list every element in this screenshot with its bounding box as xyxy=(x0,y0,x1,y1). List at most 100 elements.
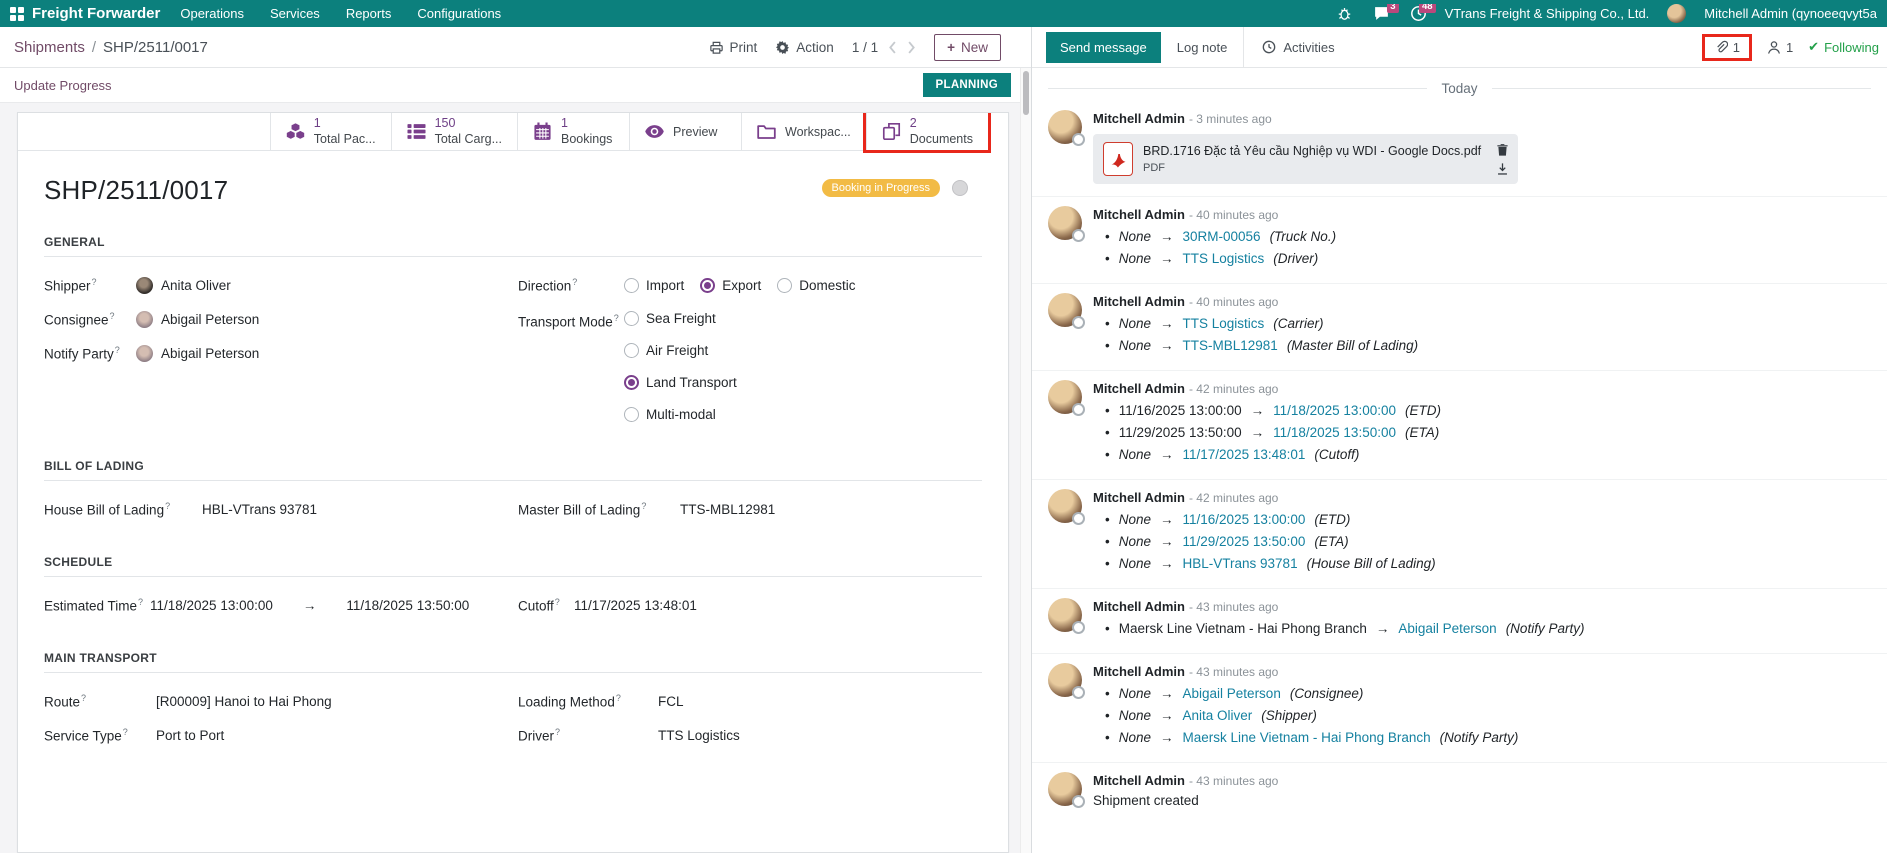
radio-option-multi-modal[interactable]: Multi-modal xyxy=(624,398,716,430)
update-progress-button[interactable]: Update Progress xyxy=(14,78,112,93)
message-author-name[interactable]: Mitchell Admin xyxy=(1093,664,1185,679)
change-new-value-link[interactable]: 11/18/2025 13:50:00 xyxy=(1273,425,1396,440)
section-heading-general: GENERAL xyxy=(44,235,982,257)
radio-option-import[interactable]: Import xyxy=(624,269,684,301)
house-bol-field[interactable]: HBL-VTrans 93781 xyxy=(202,502,317,517)
loading-method-field[interactable]: FCL xyxy=(658,694,684,709)
consignee-avatar xyxy=(136,311,153,328)
message-author-name[interactable]: Mitchell Admin xyxy=(1093,490,1185,505)
change-new-value-link[interactable]: 30RM-00056 xyxy=(1183,229,1261,244)
new-button[interactable]: + New xyxy=(934,34,1001,61)
message-author-name[interactable]: Mitchell Admin xyxy=(1093,111,1185,126)
notify-party-field[interactable]: Abigail Peterson xyxy=(136,345,259,362)
stat-button-workspac[interactable]: Workspac... xyxy=(741,113,866,150)
change-new-value-link[interactable]: Abigail Peterson xyxy=(1398,621,1496,636)
user-avatar[interactable] xyxy=(1667,4,1686,23)
route-field[interactable]: [R00009] Hanoi to Hai Phong xyxy=(156,694,332,709)
nav-menu-configurations[interactable]: Configurations xyxy=(417,6,501,21)
change-field-name: (Truck No.) xyxy=(1270,229,1337,244)
apps-grid-icon xyxy=(10,7,24,21)
estimated-time-to-field[interactable]: 11/18/2025 13:50:00 xyxy=(346,598,469,613)
send-message-button[interactable]: Send message xyxy=(1046,32,1161,63)
attachment-filename[interactable]: BRD.1716 Đặc tả Yêu cầu Nghiệp vụ WDI - … xyxy=(1143,144,1481,158)
print-button[interactable]: Print xyxy=(709,40,758,55)
activities-button[interactable]: Activities xyxy=(1243,27,1352,67)
following-button[interactable]: ✔ Following xyxy=(1808,39,1879,55)
nav-menu-services[interactable]: Services xyxy=(270,6,320,21)
pager-next-icon[interactable] xyxy=(907,41,916,54)
change-new-value-link[interactable]: HBL-VTrans 93781 xyxy=(1183,556,1298,571)
change-new-value-link[interactable]: Maersk Line Vietnam - Hai Phong Branch xyxy=(1183,730,1431,745)
booking-progress-ribbon: Booking in Progress xyxy=(822,179,940,197)
message-author-name[interactable]: Mitchell Admin xyxy=(1093,207,1185,222)
stat-button-preview[interactable]: Preview xyxy=(629,113,741,150)
radio-option-export[interactable]: Export xyxy=(700,269,761,301)
stage-badge-planning[interactable]: PLANNING xyxy=(923,73,1011,97)
breadcrumb-shipments[interactable]: Shipments xyxy=(14,39,85,56)
kanban-state-dot[interactable] xyxy=(952,180,968,196)
attachments-counter[interactable]: 1 xyxy=(1702,34,1752,61)
message-author-name[interactable]: Mitchell Admin xyxy=(1093,773,1185,788)
change-arrow-icon: → xyxy=(1160,708,1174,723)
change-new-value-link[interactable]: 11/29/2025 13:50:00 xyxy=(1183,534,1306,549)
attachment-info: BRD.1716 Đặc tả Yêu cầu Nghiệp vụ WDI - … xyxy=(1143,144,1481,174)
message-author-avatar xyxy=(1048,110,1082,144)
message-author-name[interactable]: Mitchell Admin xyxy=(1093,381,1185,396)
change-new-value-link[interactable]: 11/18/2025 13:00:00 xyxy=(1273,403,1396,418)
change-new-value-link[interactable]: Anita Oliver xyxy=(1183,708,1253,723)
change-new-value-link[interactable]: TTS Logistics xyxy=(1183,251,1265,266)
stat-button-bookings[interactable]: 1Bookings xyxy=(517,113,629,150)
cutoff-field[interactable]: 11/17/2025 13:48:01 xyxy=(574,598,697,613)
chat-bubble-button[interactable]: 3 xyxy=(1373,5,1390,22)
form-scrollbar[interactable] xyxy=(1020,68,1031,853)
app-switcher[interactable]: Freight Forwarder xyxy=(10,5,160,22)
notification-badge: 3 xyxy=(1387,4,1398,13)
service-type-field[interactable]: Port to Port xyxy=(156,728,224,743)
message-author-name[interactable]: Mitchell Admin xyxy=(1093,294,1185,309)
shipper-field[interactable]: Anita Oliver xyxy=(136,277,231,294)
attachment-card[interactable]: BRD.1716 Đặc tả Yêu cầu Nghiệp vụ WDI - … xyxy=(1093,134,1518,184)
chatter-pane: Send message Log note Activities 1 1 xyxy=(1032,27,1887,853)
bug-button[interactable] xyxy=(1336,5,1353,22)
message-timestamp: - 3 minutes ago xyxy=(1189,112,1272,126)
user-menu[interactable]: Mitchell Admin (qynoeeqvyt5a xyxy=(1704,6,1877,21)
clock-button[interactable]: 48 xyxy=(1410,5,1427,22)
log-note-button[interactable]: Log note xyxy=(1161,32,1244,63)
route-label: Route? xyxy=(44,693,156,710)
loading-method-label: Loading Method? xyxy=(518,693,658,710)
change-new-value-link[interactable]: Abigail Peterson xyxy=(1183,686,1281,701)
change-arrow-icon: → xyxy=(1160,338,1174,353)
message-author-name[interactable]: Mitchell Admin xyxy=(1093,599,1185,614)
radio-option-domestic[interactable]: Domestic xyxy=(777,269,855,301)
company-name[interactable]: VTrans Freight & Shipping Co., Ltd. xyxy=(1445,6,1650,21)
message-body: Mitchell Admin- 43 minutes ago•Maersk Li… xyxy=(1093,598,1871,648)
radio-option-air-freight[interactable]: Air Freight xyxy=(624,334,708,366)
change-new-value-link[interactable]: TTS-MBL12981 xyxy=(1183,338,1278,353)
change-new-value-link[interactable]: TTS Logistics xyxy=(1183,316,1265,331)
nav-menu-reports[interactable]: Reports xyxy=(346,6,392,21)
change-new-value-link[interactable]: 11/16/2025 13:00:00 xyxy=(1183,512,1306,527)
scrollbar-thumb[interactable] xyxy=(1023,71,1029,115)
gear-icon xyxy=(775,40,790,55)
stat-button-documents[interactable]: 2Documents xyxy=(866,113,988,150)
driver-field[interactable]: TTS Logistics xyxy=(658,728,740,743)
consignee-field[interactable]: Abigail Peterson xyxy=(136,311,259,328)
direction-radio xyxy=(700,278,715,293)
change-field-name: (Cutoff) xyxy=(1314,447,1359,462)
radio-option-sea-freight[interactable]: Sea Freight xyxy=(624,302,716,334)
change-new-value-link[interactable]: 11/17/2025 13:48:01 xyxy=(1183,447,1306,462)
action-button[interactable]: Action xyxy=(775,40,834,55)
pager-previous-icon[interactable] xyxy=(888,41,897,54)
master-bol-field[interactable]: TTS-MBL12981 xyxy=(680,502,775,517)
stat-button-total-carg[interactable]: 150Total Carg... xyxy=(391,113,517,150)
delete-attachment-button[interactable] xyxy=(1497,144,1508,156)
estimated-time-from-field[interactable]: 11/18/2025 13:00:00 xyxy=(150,598,273,613)
stat-button-total-pac[interactable]: 1Total Pac... xyxy=(270,113,391,150)
followers-counter[interactable]: 1 xyxy=(1767,40,1793,55)
change-line: •None→Abigail Peterson(Consignee) xyxy=(1095,686,1871,708)
change-line: •None→Maersk Line Vietnam - Hai Phong Br… xyxy=(1095,730,1871,752)
download-attachment-button[interactable] xyxy=(1497,163,1508,175)
nav-menu-operations[interactable]: Operations xyxy=(180,6,244,21)
tracking-changes: •None→Abigail Peterson(Consignee)•None→A… xyxy=(1095,686,1871,752)
radio-option-land-transport[interactable]: Land Transport xyxy=(624,366,737,398)
